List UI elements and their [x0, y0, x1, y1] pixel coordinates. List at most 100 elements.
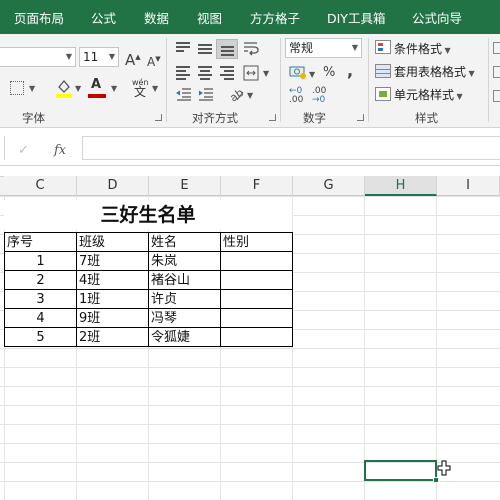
header-cell[interactable]: 序号	[4, 232, 77, 252]
align-left-icon[interactable]	[176, 66, 190, 82]
table-cell[interactable]: 4班	[76, 270, 149, 290]
tab-page-layout[interactable]: 页面布局	[14, 0, 64, 34]
format-as-table-button[interactable]: 套用表格格式 ▼	[394, 64, 475, 82]
table-cell[interactable]: 许贞	[148, 289, 221, 309]
cells-delete-icon[interactable]	[493, 66, 500, 78]
column-header-f[interactable]: F	[221, 176, 293, 196]
shrink-font-icon[interactable]: A▼	[147, 51, 161, 70]
header-cell[interactable]: 姓名	[148, 232, 221, 252]
table-cell[interactable]: 1	[4, 251, 77, 271]
align-center-icon[interactable]	[198, 66, 212, 82]
font-size-combo[interactable]: 11 ▼	[79, 47, 119, 67]
enter-check-icon[interactable]: ✓	[18, 143, 29, 159]
orientation-icon[interactable]: ab	[227, 86, 246, 105]
table-cell[interactable]: 3	[4, 289, 77, 309]
table-cell[interactable]: 4	[4, 308, 77, 328]
group-separator	[368, 38, 369, 122]
header-cell[interactable]: 性别	[220, 232, 293, 252]
table-header-row: 序号 班级 姓名 性别	[4, 232, 293, 252]
alignment-dialog-launcher-icon[interactable]	[269, 114, 276, 121]
font-dialog-launcher-icon[interactable]	[155, 114, 162, 121]
grow-font-icon[interactable]: A▲	[125, 49, 141, 68]
decrease-decimal-icon[interactable]: .00 →0	[312, 86, 328, 105]
column-header-e[interactable]: E	[149, 176, 221, 196]
format-as-table-icon	[375, 64, 391, 78]
table-row: 1 7班 朱岚	[4, 251, 293, 271]
tab-formulas[interactable]: 公式	[91, 0, 116, 34]
table-row: 4 9班 冯琴	[4, 308, 293, 328]
cell-styles-button[interactable]: 单元格样式 ▼	[394, 87, 463, 105]
fill-color-icon[interactable]	[56, 78, 72, 101]
column-header-c[interactable]: C	[4, 176, 77, 196]
tab-diy-toolbox[interactable]: DIY工具箱	[327, 0, 385, 34]
table-cell[interactable]: 冯琴	[148, 308, 221, 328]
align-middle-icon[interactable]	[198, 44, 212, 56]
phonetic-char-icon: 文	[134, 85, 147, 99]
align-top-icon[interactable]	[176, 42, 190, 54]
wrap-text-icon[interactable]	[243, 40, 259, 59]
cells-format-icon[interactable]	[493, 90, 500, 102]
font-name-combo[interactable]: ▼	[0, 47, 76, 67]
table-cell[interactable]: 朱岚	[148, 251, 221, 271]
align-bottom-button[interactable]	[216, 39, 238, 59]
column-header-i[interactable]: I	[437, 176, 500, 196]
chevron-down-icon[interactable]: ▼	[75, 84, 81, 93]
table-cell[interactable]	[220, 327, 293, 347]
table-cell[interactable]: 2	[4, 270, 77, 290]
chevron-down-icon[interactable]: ▼	[263, 69, 269, 78]
table-cell[interactable]: 令狐婕	[148, 327, 221, 347]
table-cell[interactable]	[220, 289, 293, 309]
group-separator	[488, 38, 489, 122]
tab-view[interactable]: 视图	[197, 0, 222, 34]
percent-style-icon[interactable]: %	[323, 65, 335, 81]
chevron-down-icon[interactable]: ▼	[29, 84, 35, 93]
table-row: 5 2班 令狐婕	[4, 327, 293, 347]
number-dialog-launcher-icon[interactable]	[357, 114, 364, 121]
cells-insert-icon[interactable]	[493, 42, 500, 54]
formula-input[interactable]	[82, 136, 500, 160]
name-box-divider	[4, 136, 5, 160]
table-cell[interactable]	[220, 251, 293, 271]
column-header-h[interactable]: H	[365, 176, 437, 196]
comma-style-icon[interactable]: ,	[347, 63, 353, 79]
table-cell[interactable]: 5	[4, 327, 77, 347]
table-cell[interactable]: 7班	[76, 251, 149, 271]
tab-data[interactable]: 数据	[144, 0, 169, 34]
decrease-indent-icon[interactable]	[176, 87, 192, 104]
alignment-group-label: 对齐方式	[192, 111, 238, 125]
cell-styles-icon	[375, 87, 391, 101]
number-format-combo[interactable]: 常规 ▼	[285, 38, 362, 58]
group-separator	[166, 38, 167, 122]
active-cell-selection[interactable]	[364, 460, 437, 481]
table-cell[interactable]	[220, 308, 293, 328]
ribbon-tab-bar: 页面布局 公式 数据 视图 方方格子 DIY工具箱 公式向导	[0, 0, 500, 34]
chevron-down-icon[interactable]: ▼	[247, 91, 253, 100]
chevron-down-icon[interactable]: ▼	[152, 84, 158, 93]
conditional-format-button[interactable]: 条件格式 ▼	[394, 41, 451, 59]
table-cell[interactable]: 2班	[76, 327, 149, 347]
tab-fangfang-gezi[interactable]: 方方格子	[250, 0, 300, 34]
sheet-title[interactable]: 三好生名单	[4, 200, 292, 230]
merge-center-icon[interactable]	[243, 65, 259, 84]
conditional-format-icon	[375, 40, 391, 54]
increase-indent-icon[interactable]	[198, 87, 214, 104]
chevron-down-icon[interactable]: ▼	[309, 70, 315, 79]
chevron-down-icon: ▼	[351, 43, 358, 52]
chevron-down-icon[interactable]: ▼	[111, 84, 117, 93]
column-header-d[interactable]: D	[77, 176, 149, 196]
table-row: 2 4班 褚谷山	[4, 270, 293, 290]
table-cell[interactable]: 褚谷山	[148, 270, 221, 290]
table-row: 3 1班 许贞	[4, 289, 293, 309]
tab-formula-wizard[interactable]: 公式向导	[412, 0, 462, 34]
table-cell[interactable]: 9班	[76, 308, 149, 328]
table-cell[interactable]	[220, 270, 293, 290]
column-header-g[interactable]: G	[293, 176, 365, 196]
borders-icon[interactable]	[10, 81, 24, 95]
align-right-icon[interactable]	[220, 66, 234, 82]
header-cell[interactable]: 班级	[76, 232, 149, 252]
table-cell[interactable]: 1班	[76, 289, 149, 309]
increase-decimal-icon[interactable]: ←0 .00	[289, 86, 305, 105]
accounting-format-icon[interactable]	[289, 64, 307, 83]
insert-function-icon[interactable]: fx	[54, 143, 66, 159]
chevron-down-icon: ▼	[108, 52, 115, 61]
